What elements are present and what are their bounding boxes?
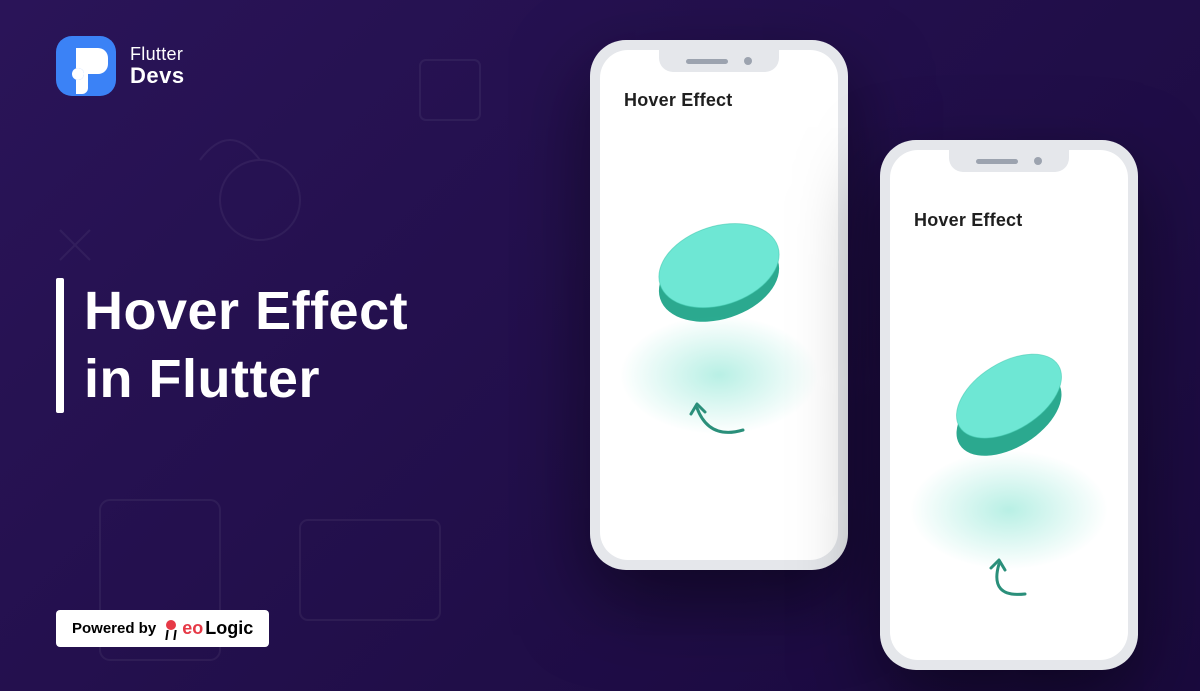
notch-camera <box>1034 157 1042 165</box>
brand-name-line1: Flutter <box>130 44 185 65</box>
notch-speaker <box>976 159 1018 164</box>
phone-screen-left: Hover Effect <box>600 50 838 560</box>
disc-graphic-left <box>644 200 794 350</box>
title-line2: in Flutter <box>84 346 408 414</box>
title-accent-bar <box>56 278 64 413</box>
aeologic-logo: eo Logic <box>164 618 253 639</box>
phone-notch <box>949 150 1069 172</box>
title-line1: Hover Effect <box>84 278 408 346</box>
curved-arrow-left <box>679 390 759 450</box>
aeologic-black-text: Logic <box>205 618 253 639</box>
powered-by-label: Powered by <box>72 620 156 637</box>
screen-title-left: Hover Effect <box>624 90 732 111</box>
page-title: Hover Effect in Flutter <box>56 278 408 413</box>
aeologic-red-text: eo <box>182 618 203 639</box>
notch-camera <box>744 57 752 65</box>
brand-logo: Flutter Devs <box>56 36 185 96</box>
phone-screen-right: Hover Effect <box>890 150 1128 660</box>
aeologic-icon <box>164 620 178 638</box>
phone-mockup-left: Hover Effect <box>590 40 848 570</box>
disc-graphic-right <box>934 330 1084 480</box>
notch-speaker <box>686 59 728 64</box>
phone-mockup-right: Hover Effect <box>880 140 1138 670</box>
curved-arrow-right <box>969 550 1049 610</box>
brand-name-line2: Devs <box>130 63 185 89</box>
phone-notch <box>659 50 779 72</box>
screen-title-right: Hover Effect <box>914 210 1022 231</box>
title-text: Hover Effect in Flutter <box>84 278 408 413</box>
powered-by-badge: Powered by eo Logic <box>56 610 269 647</box>
flutterdevs-logo-icon <box>56 36 116 96</box>
